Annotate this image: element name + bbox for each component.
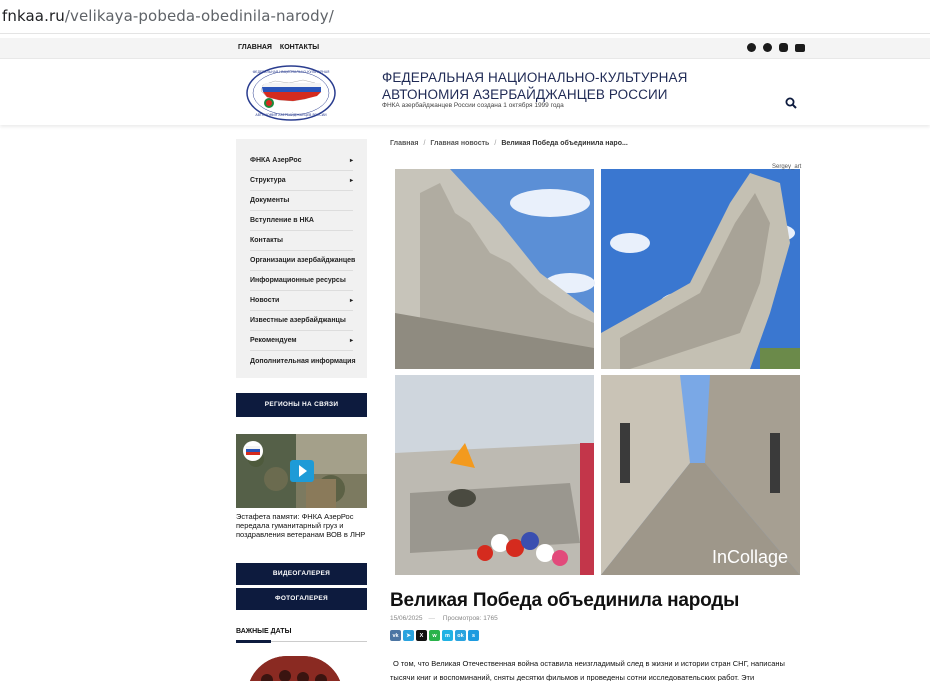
- vk-icon[interactable]: vk: [390, 630, 401, 641]
- photo-corridor: InCollage: [601, 375, 800, 575]
- chevron-right-icon: ▸: [349, 158, 353, 164]
- sidebar-menu-item[interactable]: Новости ▸: [250, 291, 353, 311]
- facebook-icon[interactable]: [747, 43, 756, 52]
- svg-text:ФЕДЕРАЛЬНАЯ НАЦИОНАЛЬНО-КУЛЬТУ: ФЕДЕРАЛЬНАЯ НАЦИОНАЛЬНО-КУЛЬТУРНАЯ: [253, 70, 330, 74]
- sidebar-menu-item[interactable]: ФНКА АзерРос ▸: [250, 151, 353, 171]
- sidebar-menu-item[interactable]: Вступление в НКА: [250, 211, 353, 231]
- chevron-right-icon: ▸: [349, 338, 353, 344]
- sidebar-menu-label: Вступление в НКА: [250, 217, 314, 224]
- image-watermark: Sergey_art: [772, 164, 802, 170]
- video-gallery-button[interactable]: ВИДЕОГАЛЕРЕЯ: [236, 563, 367, 585]
- photo-monument-left: [395, 169, 595, 369]
- article-title: Великая Победа объединила народы: [390, 590, 740, 611]
- youtube-icon[interactable]: [795, 44, 805, 52]
- messenger-icon[interactable]: m: [442, 630, 453, 641]
- top-nav: ГЛАВНАЯ КОНТАКТЫ: [238, 44, 325, 51]
- photo-gallery-button[interactable]: ФОТОГАЛЕРЕЯ: [236, 588, 367, 610]
- whatsapp-icon[interactable]: w: [429, 630, 440, 641]
- breadcrumb-current: Великая Победа объединила наро...: [501, 140, 628, 147]
- address-bar[interactable]: fnkaa.ru/velikaya-pobeda-obedinila-narod…: [0, 0, 930, 34]
- svg-text:АВТОНОМИЯ АЗЕРБАЙДЖАНЦЕВ РОССИ: АВТОНОМИЯ АЗЕРБАЙДЖАНЦЕВ РОССИИ: [255, 112, 327, 117]
- regions-button[interactable]: РЕГИОНЫ НА СВЯЗИ: [236, 393, 367, 417]
- telegram-icon[interactable]: [763, 43, 772, 52]
- skype-icon[interactable]: s: [468, 630, 479, 641]
- article-date: 15/06/2025: [390, 615, 423, 622]
- social-links: [747, 43, 805, 52]
- sidebar-menu-label: Документы: [250, 197, 290, 204]
- url-path: /velikaya-pobeda-obedinila-narody/: [64, 7, 334, 25]
- top-strip: ГЛАВНАЯ КОНТАКТЫ: [0, 38, 930, 59]
- sidebar-menu-label: Рекомендуем: [250, 337, 297, 344]
- site-title[interactable]: ФЕДЕРАЛЬНАЯ НАЦИОНАЛЬНО-КУЛЬТУРНАЯ АВТОН…: [382, 69, 712, 103]
- article-photo-collage[interactable]: InCollage: [390, 163, 806, 580]
- sidebar-menu-item[interactable]: Контакты: [250, 231, 353, 251]
- top-nav-contacts[interactable]: КОНТАКТЫ: [280, 44, 319, 51]
- dates-preview-image: [247, 656, 343, 681]
- sidebar-menu-label: Контакты: [250, 237, 284, 244]
- site-header: ФЕДЕРАЛЬНАЯ НАЦИОНАЛЬНО-КУЛЬТУРНАЯ АВТОН…: [0, 59, 930, 125]
- important-dates-title: ВАЖНЫЕ ДАТЫ: [236, 628, 292, 635]
- breadcrumb-section[interactable]: Главная новость: [430, 140, 489, 147]
- sidebar-menu-label: Структура: [250, 177, 286, 184]
- instagram-icon[interactable]: [779, 43, 788, 52]
- search-icon[interactable]: [785, 97, 797, 109]
- sidebar-menu-label: Дополнительная информация: [250, 357, 356, 365]
- sidebar-menu-item[interactable]: Известные азербайджанцы: [250, 311, 353, 331]
- sidebar-menu-label: Известные азербайджанцы: [250, 317, 346, 324]
- ok-icon[interactable]: ok: [455, 630, 466, 641]
- top-nav-home[interactable]: ГЛАВНАЯ: [238, 44, 272, 51]
- telegram-icon[interactable]: ➤: [403, 630, 414, 641]
- video-caption[interactable]: Эстафета памяти: ФНКА АзерРос передала г…: [236, 512, 367, 539]
- sidebar-menu-label: Организации азербайджанцев: [250, 257, 356, 264]
- article-meta: 15/06/2025— Просмотров: 1765: [390, 615, 498, 622]
- site-logo[interactable]: ФЕДЕРАЛЬНАЯ НАЦИОНАЛЬНО-КУЛЬТУРНАЯ АВТОН…: [245, 65, 337, 121]
- breadcrumb-home[interactable]: Главная: [390, 140, 418, 147]
- video-preview-image: [236, 434, 367, 508]
- share-buttons: vk ➤ X w m ok s: [390, 630, 479, 641]
- sidebar-menu-item[interactable]: Рекомендуем ▸: [250, 331, 353, 351]
- sidebar-menu: ФНКА АзерРос ▸ Структура ▸ Документы Вступлен…: [236, 139, 367, 378]
- x-icon[interactable]: X: [416, 630, 427, 641]
- breadcrumb: Главная / Главная новость / Великая Победа о…: [390, 140, 628, 147]
- sidebar-menu-item[interactable]: Структура ▸: [250, 171, 353, 191]
- sidebar-menu-label: Новости: [250, 297, 280, 304]
- url-domain: fnkaa.ru: [2, 7, 65, 25]
- article-views: Просмотров: 1765: [442, 615, 498, 622]
- url-text[interactable]: fnkaa.ru/velikaya-pobeda-obedinila-narod…: [2, 7, 334, 25]
- sidebar-menu-item[interactable]: Дополнительная информация: [250, 351, 356, 371]
- article-body: О том, что Великая Отечественная война о…: [390, 657, 800, 681]
- chevron-right-icon: ▸: [349, 298, 353, 304]
- photo-monument-right: [601, 169, 800, 369]
- sidebar-menu-item[interactable]: Информационные ресурсы: [250, 271, 353, 291]
- site-subtitle: ФНКА азербайджанцев России создана 1 окт…: [382, 102, 564, 109]
- important-dates-image[interactable]: [247, 656, 343, 681]
- sidebar-menu-item[interactable]: Организации азербайджанцев: [250, 251, 356, 271]
- video-thumbnail[interactable]: [236, 434, 367, 508]
- collage-brand: InCollage: [712, 547, 788, 567]
- photo-eternal-flame: [395, 375, 594, 575]
- article-paragraph-line: тысячи книг и воспоминаний, сняты десятк…: [390, 673, 755, 681]
- sidebar-menu-label: ФНКА АзерРос: [250, 157, 302, 164]
- article-paragraph-line: О том, что Великая Отечественная война о…: [393, 659, 785, 668]
- chevron-right-icon: ▸: [349, 178, 353, 184]
- sidebar-menu-label: Информационные ресурсы: [250, 277, 346, 284]
- section-accent: [236, 640, 271, 643]
- sidebar-menu-item[interactable]: Документы: [250, 191, 353, 211]
